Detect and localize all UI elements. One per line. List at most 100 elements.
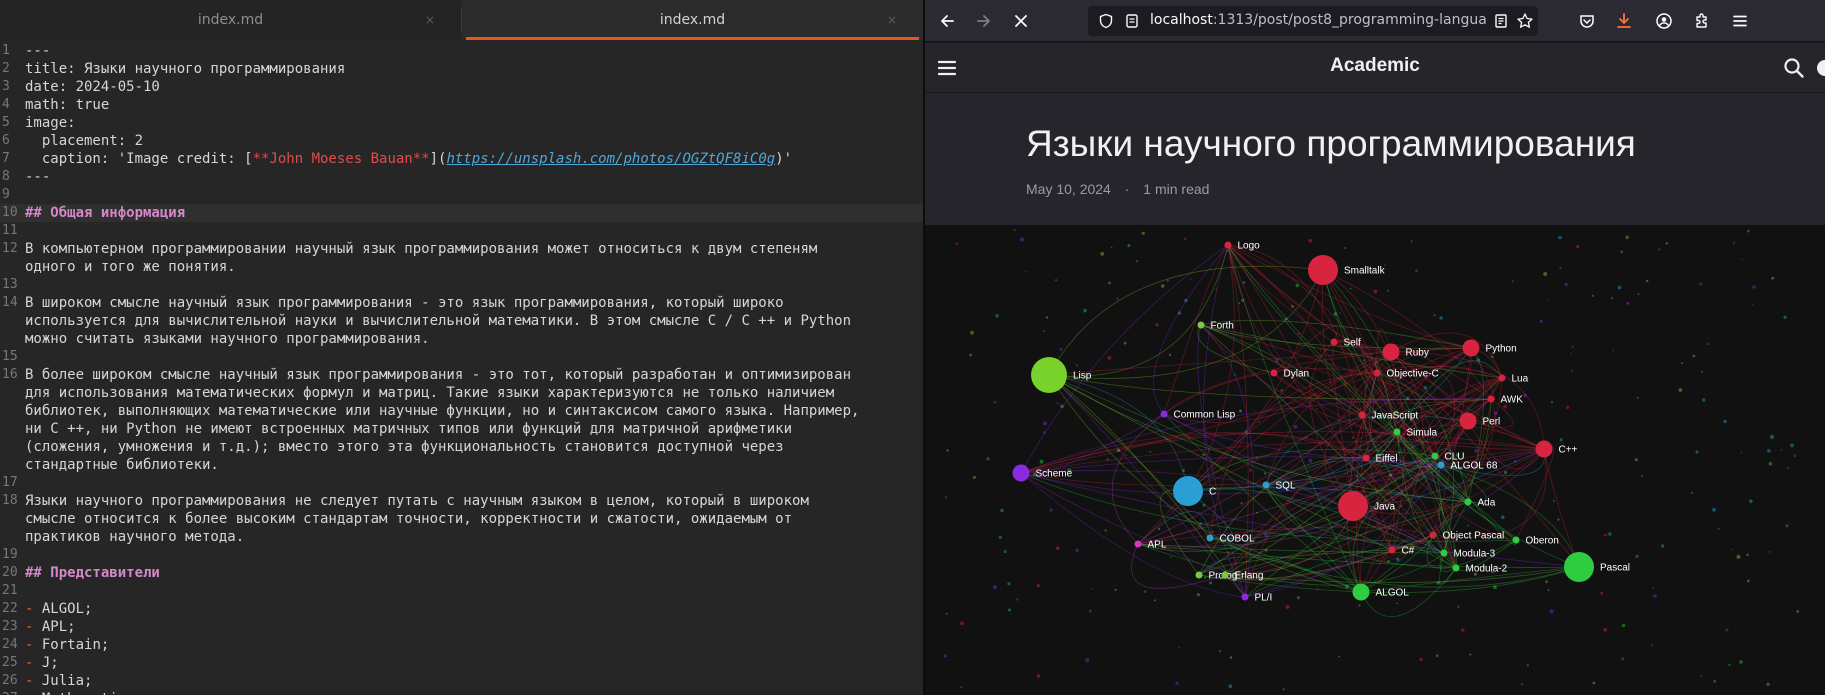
graph-point <box>1090 587 1093 590</box>
code-line[interactable]: 5 image: <box>0 114 923 132</box>
code-line[interactable]: 6 placement: 2 <box>0 132 923 150</box>
code-line[interactable]: 24 - Fortain; <box>0 636 923 654</box>
code-line[interactable]: 4 math: true <box>0 96 923 114</box>
close-icon[interactable]: × <box>425 13 435 27</box>
code-line[interactable]: 22 - ALGOL; <box>0 600 923 618</box>
code-line[interactable]: 27- Mathematica; <box>0 690 923 695</box>
code-line[interactable]: 7 caption: 'Image credit: [**John Moeses… <box>0 150 923 168</box>
code-line[interactable]: 2 title: Языки научного программирования <box>0 60 923 78</box>
browser-toolbar: localhost:1313/post/post8_programming-la… <box>925 0 1825 42</box>
graph-point <box>1304 436 1308 439</box>
graph-point <box>945 612 948 615</box>
url-text[interactable]: localhost:1313/post/post8_programming-la… <box>1150 12 1486 28</box>
graph-point <box>1635 554 1639 558</box>
code-line[interactable]: 1 --- <box>0 42 923 60</box>
code-line[interactable]: для использования математических формул … <box>0 384 923 402</box>
code-line[interactable]: 20 ## Представители <box>0 564 923 582</box>
code-line[interactable]: 3 date: 2024-05-10 <box>0 78 923 96</box>
downloads-icon[interactable] <box>1612 9 1636 33</box>
code-line[interactable]: 19 <box>0 546 923 564</box>
graph-node-label: COBOL <box>1220 534 1255 545</box>
code-line[interactable]: 13 <box>0 276 923 294</box>
code-line[interactable]: используется для вычислительной науки и … <box>0 312 923 330</box>
code-line[interactable]: 11 <box>0 222 923 240</box>
graph-point <box>1106 458 1109 461</box>
code-line[interactable]: 12 В компьютерном программировании научны… <box>0 240 923 258</box>
search-icon[interactable] <box>1783 57 1805 83</box>
code-line[interactable]: 9 <box>0 186 923 204</box>
post-date: May 10, 2024 <box>1026 181 1111 197</box>
close-icon[interactable]: × <box>887 13 897 27</box>
stop-loading-icon[interactable] <box>1009 9 1033 33</box>
theme-toggle-icon[interactable] <box>1816 59 1825 81</box>
graph-point <box>1467 524 1469 527</box>
graph-point <box>1264 549 1268 552</box>
code-line[interactable]: ни C ++, ни Python не имеют встроенных м… <box>0 420 923 438</box>
code-line[interactable]: 18 Языки научного программирования не сле… <box>0 492 923 510</box>
graph-point <box>1749 499 1753 503</box>
graph-point <box>1701 370 1703 373</box>
graph-point <box>1356 475 1359 478</box>
forward-icon[interactable] <box>972 9 996 33</box>
bookmark-star-icon[interactable] <box>1516 12 1534 34</box>
graph-node <box>1452 564 1460 572</box>
code-line[interactable]: 14 В широком смысле научный язык программ… <box>0 294 923 312</box>
account-icon[interactable] <box>1652 9 1676 33</box>
pocket-icon[interactable] <box>1575 9 1599 33</box>
code-line[interactable]: 25 - J; <box>0 654 923 672</box>
code-line[interactable]: библиотек, выполняющих математические ил… <box>0 402 923 420</box>
graph-point <box>1550 401 1554 404</box>
reader-mode-icon[interactable] <box>1493 13 1509 33</box>
graph-point <box>1545 580 1548 584</box>
code-line[interactable]: 26 - Julia; <box>0 672 923 690</box>
graph-point <box>1559 267 1562 270</box>
code-line[interactable]: можно считать языками научного программи… <box>0 330 923 348</box>
line-text: библиотек, выполняющих математические ил… <box>25 403 860 419</box>
graph-node <box>1358 411 1366 419</box>
editor-tab-inactive[interactable]: index.md × <box>0 0 461 40</box>
graph-point <box>1433 314 1436 317</box>
graph-point <box>1396 602 1399 605</box>
code-line[interactable]: 15 <box>0 348 923 366</box>
graph-node-label: Erlang <box>1235 571 1264 582</box>
site-brand[interactable]: Academic <box>925 55 1825 77</box>
code-line[interactable]: практиков научного метода. <box>0 528 923 546</box>
extensions-icon[interactable] <box>1690 9 1714 33</box>
code-line[interactable]: 8 --- <box>0 168 923 186</box>
graph-point <box>1175 681 1179 685</box>
code-line[interactable]: 17 <box>0 474 923 492</box>
graph-point <box>1603 533 1607 537</box>
code-line[interactable]: 21 <box>0 582 923 600</box>
graph-point <box>960 686 963 689</box>
lock-icon[interactable] <box>1124 13 1140 33</box>
graph-node <box>1437 461 1445 469</box>
code-line[interactable]: стандартные библиотеки. <box>0 456 923 474</box>
graph-node <box>1535 440 1553 458</box>
back-icon[interactable] <box>935 9 959 33</box>
code-line[interactable]: 10 ## Общая информация <box>0 204 923 222</box>
graph-point <box>1339 312 1341 314</box>
graph-point <box>986 457 990 461</box>
graph-edge <box>1048 265 1324 376</box>
graph-point <box>1747 229 1750 233</box>
graph-point <box>1100 252 1105 256</box>
code-line[interactable]: 16 В более широком смысле научный язык пр… <box>0 366 923 384</box>
graph-point <box>1170 556 1172 558</box>
code-area[interactable]: 1 --- 2 title: Языки научного программирова… <box>0 42 923 695</box>
graph-point <box>1608 532 1612 536</box>
graph-point <box>1116 448 1121 453</box>
url-bar[interactable]: localhost:1313/post/post8_programming-la… <box>1088 6 1538 36</box>
code-line[interactable]: 23 - APL; <box>0 618 923 636</box>
graph-point <box>1651 644 1653 647</box>
code-line[interactable]: (сложения, умножения и т.д.); вместо это… <box>0 438 923 456</box>
editor-tab-active[interactable]: index.md × <box>462 0 923 40</box>
code-line[interactable]: одного и того же понятия. <box>0 258 923 276</box>
graph-node-label: PL/I <box>1255 593 1273 604</box>
shield-icon[interactable] <box>1098 13 1114 33</box>
menu-icon[interactable] <box>1728 9 1752 33</box>
code-line[interactable]: смысле относится к более высоким стандар… <box>0 510 923 528</box>
graph-point <box>1264 533 1268 537</box>
graph-node <box>1498 374 1506 382</box>
graph-point <box>1592 681 1596 685</box>
graph-node-label: Ada <box>1478 498 1496 509</box>
